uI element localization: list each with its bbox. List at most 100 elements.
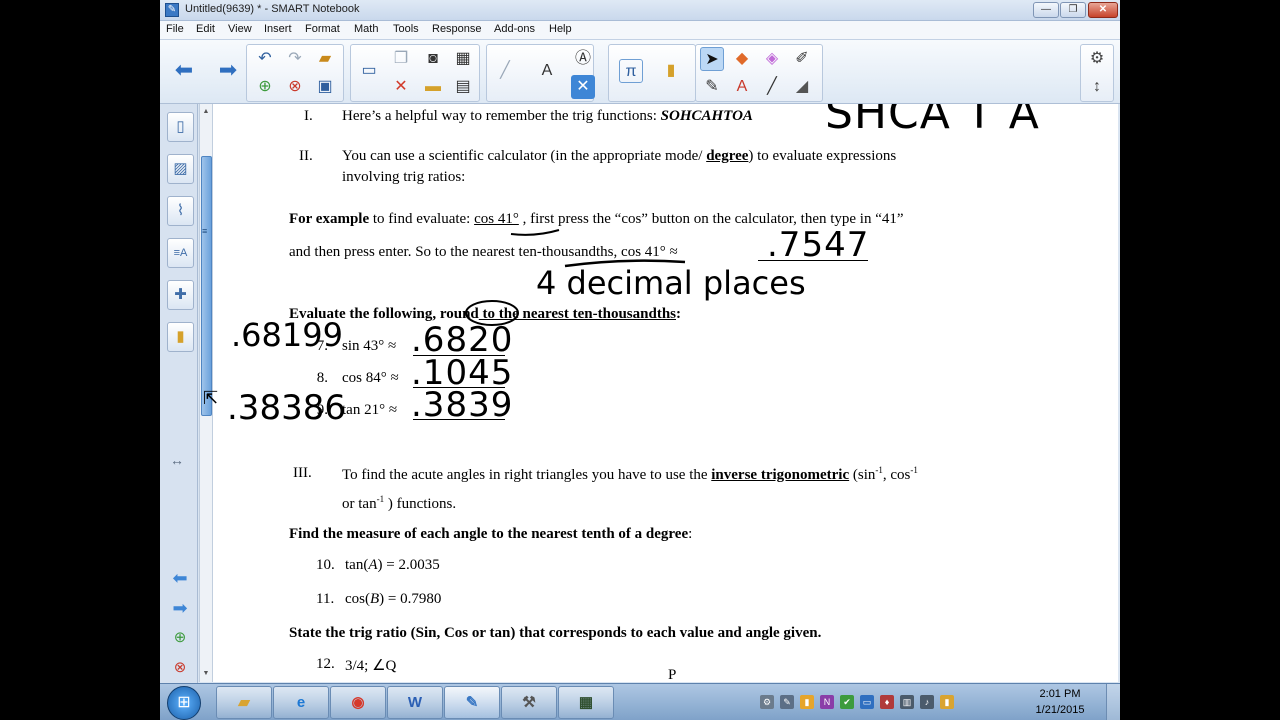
- previous-page-icon[interactable]: ⬅: [168, 568, 192, 588]
- scroll-up-icon[interactable]: ▲: [200, 106, 212, 118]
- side-bar: ▯ ▨ ⌇ ≡A ✚ ▮ ↔ ⬅ ➡ ⊕ ⊗: [160, 104, 198, 684]
- menu-file[interactable]: File: [166, 23, 184, 35]
- lesson-activity-icon[interactable]: ▮: [659, 59, 683, 83]
- menu-tools[interactable]: Tools: [393, 23, 419, 35]
- tools-icon[interactable]: ⚒: [501, 686, 557, 719]
- tray-icon-5[interactable]: ✔: [840, 695, 854, 709]
- tray-icon-2[interactable]: ✎: [780, 695, 794, 709]
- select-arrow-icon[interactable]: ➤: [700, 47, 724, 71]
- menu-help[interactable]: Help: [549, 23, 572, 35]
- shape-icon[interactable]: ◆: [730, 47, 754, 71]
- problem-expression: cos(B) = 0.7980: [345, 591, 441, 608]
- menu-addons[interactable]: Add-ons: [494, 23, 535, 35]
- attachments-icon[interactable]: ⌇: [167, 196, 194, 226]
- word-icon[interactable]: W: [387, 686, 443, 719]
- example-label: For example: [289, 211, 370, 227]
- maximize-button[interactable]: ❐: [1060, 2, 1086, 18]
- delete-icon[interactable]: ✕: [389, 75, 413, 99]
- tray-icon-6[interactable]: ▭: [860, 695, 874, 709]
- move-toolbar-icon[interactable]: ↕: [1085, 75, 1109, 99]
- forward-arrow-icon[interactable]: ➡: [216, 58, 240, 82]
- camera-icon[interactable]: ◙: [421, 47, 445, 71]
- close-button[interactable]: ✕: [1088, 2, 1118, 18]
- text-icon[interactable]: A: [730, 75, 754, 99]
- redo-icon[interactable]: ↷: [283, 47, 307, 71]
- tray-icon-10[interactable]: ▮: [940, 695, 954, 709]
- chrome-icon[interactable]: ◉: [330, 686, 386, 719]
- next-page-icon[interactable]: ➡: [168, 598, 192, 618]
- open-folder-icon[interactable]: ▰: [313, 47, 337, 71]
- clock-time[interactable]: 2:01 PM: [1030, 688, 1090, 700]
- save-icon[interactable]: ▣: [313, 75, 337, 99]
- menu-math[interactable]: Math: [354, 23, 378, 35]
- properties-icon[interactable]: ≡A: [167, 238, 194, 268]
- undo-icon[interactable]: ↶: [253, 47, 277, 71]
- gallery-icon[interactable]: ▨: [167, 154, 194, 184]
- copy-icon[interactable]: ❐: [389, 47, 413, 71]
- item-text-emphasis: degree: [706, 148, 749, 164]
- resize-sidebar-icon[interactable]: ↔: [170, 452, 184, 468]
- superscript: -1: [910, 465, 918, 475]
- smart-notebook-icon[interactable]: ✎: [444, 686, 500, 719]
- problem-number: 10.: [316, 557, 335, 573]
- onenote-icon[interactable]: N: [820, 695, 834, 709]
- eraser-pen-icon[interactable]: ◈: [760, 47, 784, 71]
- text-tool-icon[interactable]: A: [535, 59, 559, 83]
- word-icon-label: W: [407, 694, 423, 711]
- instruction-text: Find the measure of each angle to the ne…: [289, 526, 692, 543]
- scrollbar-grip-icon: ≡: [202, 226, 208, 236]
- line-icon[interactable]: ╱: [760, 75, 784, 99]
- start-button[interactable]: ⊞: [167, 686, 201, 720]
- network-icon[interactable]: ▥: [900, 695, 914, 709]
- page-sorter-icon[interactable]: ▯: [167, 112, 194, 142]
- lesson-activity-builder-icon[interactable]: ▮: [167, 322, 194, 352]
- toolbar: ⬅ ➡ ↶ ↷ ▰ ⊕ ⊗ ▣ ▭ ❐ ✕ ◙ ▬ ▦ ▤ ╱ A Ⓐ ✕ π …: [160, 40, 1120, 104]
- item-number: II.: [299, 148, 313, 164]
- eraser-icon[interactable]: ◢: [790, 75, 814, 99]
- problem-expression: tan 21° ≈: [342, 402, 398, 418]
- problem-expression: tan(A) = 2.0035: [345, 557, 440, 574]
- item-text-part: , cos: [882, 467, 911, 483]
- tray-icon-1[interactable]: ⚙: [760, 695, 774, 709]
- gear-icon[interactable]: ⚙: [1085, 47, 1109, 71]
- handwritten-answer: .7547: [767, 225, 870, 265]
- add-ons-icon[interactable]: ✚: [167, 280, 194, 310]
- toolbar-group-view: ▭ ❐ ✕ ◙ ▬ ▦ ▤: [350, 44, 480, 102]
- delete-page-icon[interactable]: ⊗: [283, 75, 307, 99]
- pen-icon[interactable]: ╱: [493, 59, 517, 83]
- minimize-button[interactable]: —: [1033, 2, 1059, 18]
- show-desktop-button[interactable]: [1106, 684, 1120, 720]
- scroll-down-icon[interactable]: ▼: [200, 668, 212, 680]
- magic-pen-icon[interactable]: ✐: [790, 47, 814, 71]
- shield-icon[interactable]: ♦: [880, 695, 894, 709]
- notebook-page[interactable]: I. Here’s a helpful way to remember the …: [213, 104, 1118, 682]
- scrollbar-thumb[interactable]: [201, 156, 212, 416]
- example-text-part: to find evaluate:: [369, 211, 475, 227]
- menu-format[interactable]: Format: [305, 23, 340, 35]
- volume-icon[interactable]: ♪: [920, 695, 934, 709]
- add-page-icon[interactable]: ⊕: [253, 75, 277, 99]
- document-camera-icon[interactable]: ▤: [451, 75, 475, 99]
- spell-check-icon[interactable]: Ⓐ: [571, 47, 595, 71]
- menu-edit[interactable]: Edit: [196, 23, 215, 35]
- handwritten-calculation: .38386: [227, 388, 346, 428]
- back-arrow-icon[interactable]: ⬅: [172, 58, 196, 82]
- add-page-icon[interactable]: ⊕: [168, 628, 192, 648]
- menu-view[interactable]: View: [228, 23, 252, 35]
- screen-shade-icon[interactable]: ▭: [357, 59, 381, 83]
- table-icon[interactable]: ▦: [451, 47, 475, 71]
- menu-insert[interactable]: Insert: [264, 23, 292, 35]
- expression-part: ) = 2.0035: [377, 557, 440, 573]
- delete-page-icon[interactable]: ⊗: [168, 658, 192, 678]
- pi-math-icon[interactable]: π: [619, 59, 643, 83]
- internet-explorer-icon[interactable]: e: [273, 686, 329, 719]
- screen-capture-icon[interactable]: ▬: [421, 75, 445, 99]
- item-text-part: ) functions.: [384, 496, 457, 512]
- pens-icon[interactable]: ✎: [700, 75, 724, 99]
- clock-date[interactable]: 1/21/2015: [1030, 704, 1090, 716]
- response-icon[interactable]: ✕: [571, 75, 595, 99]
- tray-icon-3[interactable]: ▮: [800, 695, 814, 709]
- menu-response[interactable]: Response: [432, 23, 482, 35]
- folder-icon[interactable]: ▰: [216, 686, 272, 719]
- calculator-icon[interactable]: ▦: [558, 686, 614, 719]
